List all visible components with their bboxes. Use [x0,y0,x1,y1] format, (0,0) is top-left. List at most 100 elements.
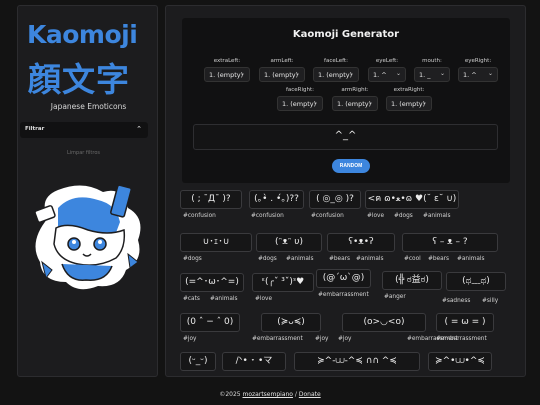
select-label: faceLeft: [324,58,348,64]
kaomoji-generator: Kaomoji Generator extraLeft: 1. (empty) ⌄… [182,18,510,183]
select-extra-left: extraLeft: 1. (empty) ⌄ [204,58,250,82]
kaomoji-card[interactable]: ≽^•⩊•^≼ [428,352,492,371]
tag[interactable]: #anger [384,294,406,300]
kaomoji-card[interactable]: ʕ – ᴥ – ? [402,233,498,252]
tag[interactable]: #dogs [258,256,277,262]
select-arm-right: armRight: 1. (empty) ⌄ [332,87,378,111]
sidebar: Kaomoji 顔文字 Japanese Emoticons Filtrar ⌃… [17,5,158,377]
kaomoji-card[interactable]: (｡•̀ . •́｡)?? [249,190,304,209]
kaomoji-card[interactable]: ( ◎_◎ )? [309,190,361,209]
kaomoji-card[interactable]: (0 ˆ − ˆ 0) [180,313,240,332]
chevron-down-icon: ⌄ [312,99,318,106]
tag[interactable]: #animals [457,256,485,262]
tag[interactable]: #animals [286,256,314,262]
footer: ©2025 mozartsempiano / Donate [0,391,540,398]
dropdown-arm-right[interactable]: 1. (empty) ⌄ [332,96,378,111]
tag[interactable]: #joy [338,336,351,342]
chevron-down-icon: ⌄ [348,70,354,77]
select-face-left: faceLeft: 1. (empty) ⌄ [313,58,359,82]
tag[interactable]: #bears [428,256,449,262]
dropdown-eye-left[interactable]: 1. ^ ⌄ [368,67,406,82]
tag[interactable]: #sadness [442,298,470,304]
dropdown-eye-right[interactable]: 1. ^ ⌄ [458,67,498,82]
chevron-down-icon: ⌄ [421,99,427,106]
tag[interactable]: #cats [183,296,200,302]
chevron-down-icon: ⌄ [239,70,245,77]
footer-separator: / [294,391,297,398]
select-eye-left: eyeLeft: 1. ^ ⌄ [368,58,406,82]
kaomoji-card[interactable]: ≽^-⩊-^≼ ∩∩ ^≼ [294,352,420,371]
kaomoji-card[interactable]: ( ; ¯Д¯ )? [180,190,242,209]
dropdown-extra-left[interactable]: 1. (empty) ⌄ [204,67,250,82]
select-label: eyeRight: [464,58,492,64]
kaomoji-card[interactable]: (ᵕ_ᵕ) [180,352,216,371]
chevron-down-icon: ⌄ [294,70,300,77]
mascot-illustration [34,184,141,290]
dropdown-face-right[interactable]: 1. (empty) ⌄ [277,96,323,111]
kaomoji-card[interactable]: ᵋ(╭ˇ ³ˇ)ᵌ♥ [252,273,314,292]
tag[interactable]: #confusion [311,213,344,219]
tag[interactable]: #silly [482,298,498,304]
kaomoji-card[interactable]: ∪･ｪ･∪ [180,233,252,252]
tag[interactable]: #animals [356,256,384,262]
kaomoji-card[interactable]: (o>◡<o) [342,313,426,332]
tag[interactable]: #confusion [183,213,216,219]
tag[interactable]: #joy [315,336,328,342]
kaomoji-card[interactable]: (ᵔᴥᵔ υ) [256,233,322,252]
tag[interactable]: #animals [423,213,451,219]
select-extra-right: extraRight: 1. (empty) ⌄ [386,87,432,111]
kaomoji-card[interactable]: ʕ•ᴥ•ʔ [327,233,395,252]
tag[interactable]: #dogs [394,213,413,219]
tag[interactable]: #joy [183,336,196,342]
dropdown-mouth[interactable]: 1. _ ⌄ [414,67,450,82]
dropdown-face-left[interactable]: 1. (empty) ⌄ [313,67,359,82]
select-label: extraRight: [393,87,425,93]
kaomoji-card[interactable]: ( = ω = ) [436,313,494,332]
tag[interactable]: #embarrassment [318,292,369,298]
select-face-right: faceRight: 1. (empty) ⌄ [277,87,323,111]
tag[interactable]: #animals [210,296,238,302]
select-label: faceRight: [285,87,315,93]
kaomoji-card[interactable]: (≽ᴗ≼) [261,313,321,332]
tagline: Japanese Emoticons [50,102,127,111]
dropdown-extra-right[interactable]: 1. (empty) ⌄ [386,96,432,111]
dropdown-arm-left[interactable]: 1. (empty) ⌄ [259,67,305,82]
kaomoji-card[interactable]: <ฅ ɷ•ﻌ•ɷ ♥(˘ ε˘ ∪) [365,190,459,209]
donate-link[interactable]: Donate [299,391,321,398]
random-button[interactable]: RANDOM [332,159,370,173]
kaomoji-card[interactable]: (ಥ﹏ಥ) [446,272,506,291]
tag[interactable]: #love [255,296,272,302]
tag[interactable]: #embarrassment [436,336,487,342]
chevron-down-icon: ⌄ [439,70,445,77]
select-label: armRight: [341,87,369,93]
generator-title: Kaomoji Generator [292,29,400,40]
copyright: ©2025 [219,391,241,398]
kaomoji-card[interactable]: (=^･ω･^=) [180,273,244,292]
chevron-down-icon: ⌄ [395,70,401,77]
tag[interactable]: #love [367,213,384,219]
author-link[interactable]: mozartsempiano [243,391,293,398]
select-label: armLeft: [270,58,294,64]
select-label: mouth: [422,58,442,64]
select-label: extraLeft: [213,58,241,64]
filter-toggle[interactable]: Filtrar ⌃ [20,122,148,138]
tag[interactable]: #bears [329,256,350,262]
main-panel: Kaomoji Generator extraLeft: 1. (empty) ⌄… [165,5,526,377]
kaomoji-card[interactable]: (@´ω`@) [316,269,371,288]
select-label: eyeLeft: [375,58,399,64]
kaomoji-preview[interactable]: ^_^ [193,124,498,150]
tag[interactable]: #cool [404,256,421,262]
kaomoji-card[interactable]: /ᐠ• ˕ •マ [222,352,286,371]
logo-latin: Kaomoji [27,20,138,49]
chevron-up-icon: ⌃ [136,125,142,133]
tag[interactable]: #embarrassment [252,336,303,342]
tag[interactable]: #dogs [183,256,202,262]
kaomoji-card[interactable]: (╬ ಠ益ಠ) [382,271,442,290]
clear-filters-link[interactable]: Limpar filtros [18,150,149,156]
chevron-down-icon: ⌄ [367,99,373,106]
filter-label: Filtrar [25,126,45,132]
logo-kanji: 顔文字 [28,60,130,99]
preview-text: ^_^ [334,130,357,141]
select-arm-left: armLeft: 1. (empty) ⌄ [259,58,305,82]
tag[interactable]: #confusion [251,213,284,219]
